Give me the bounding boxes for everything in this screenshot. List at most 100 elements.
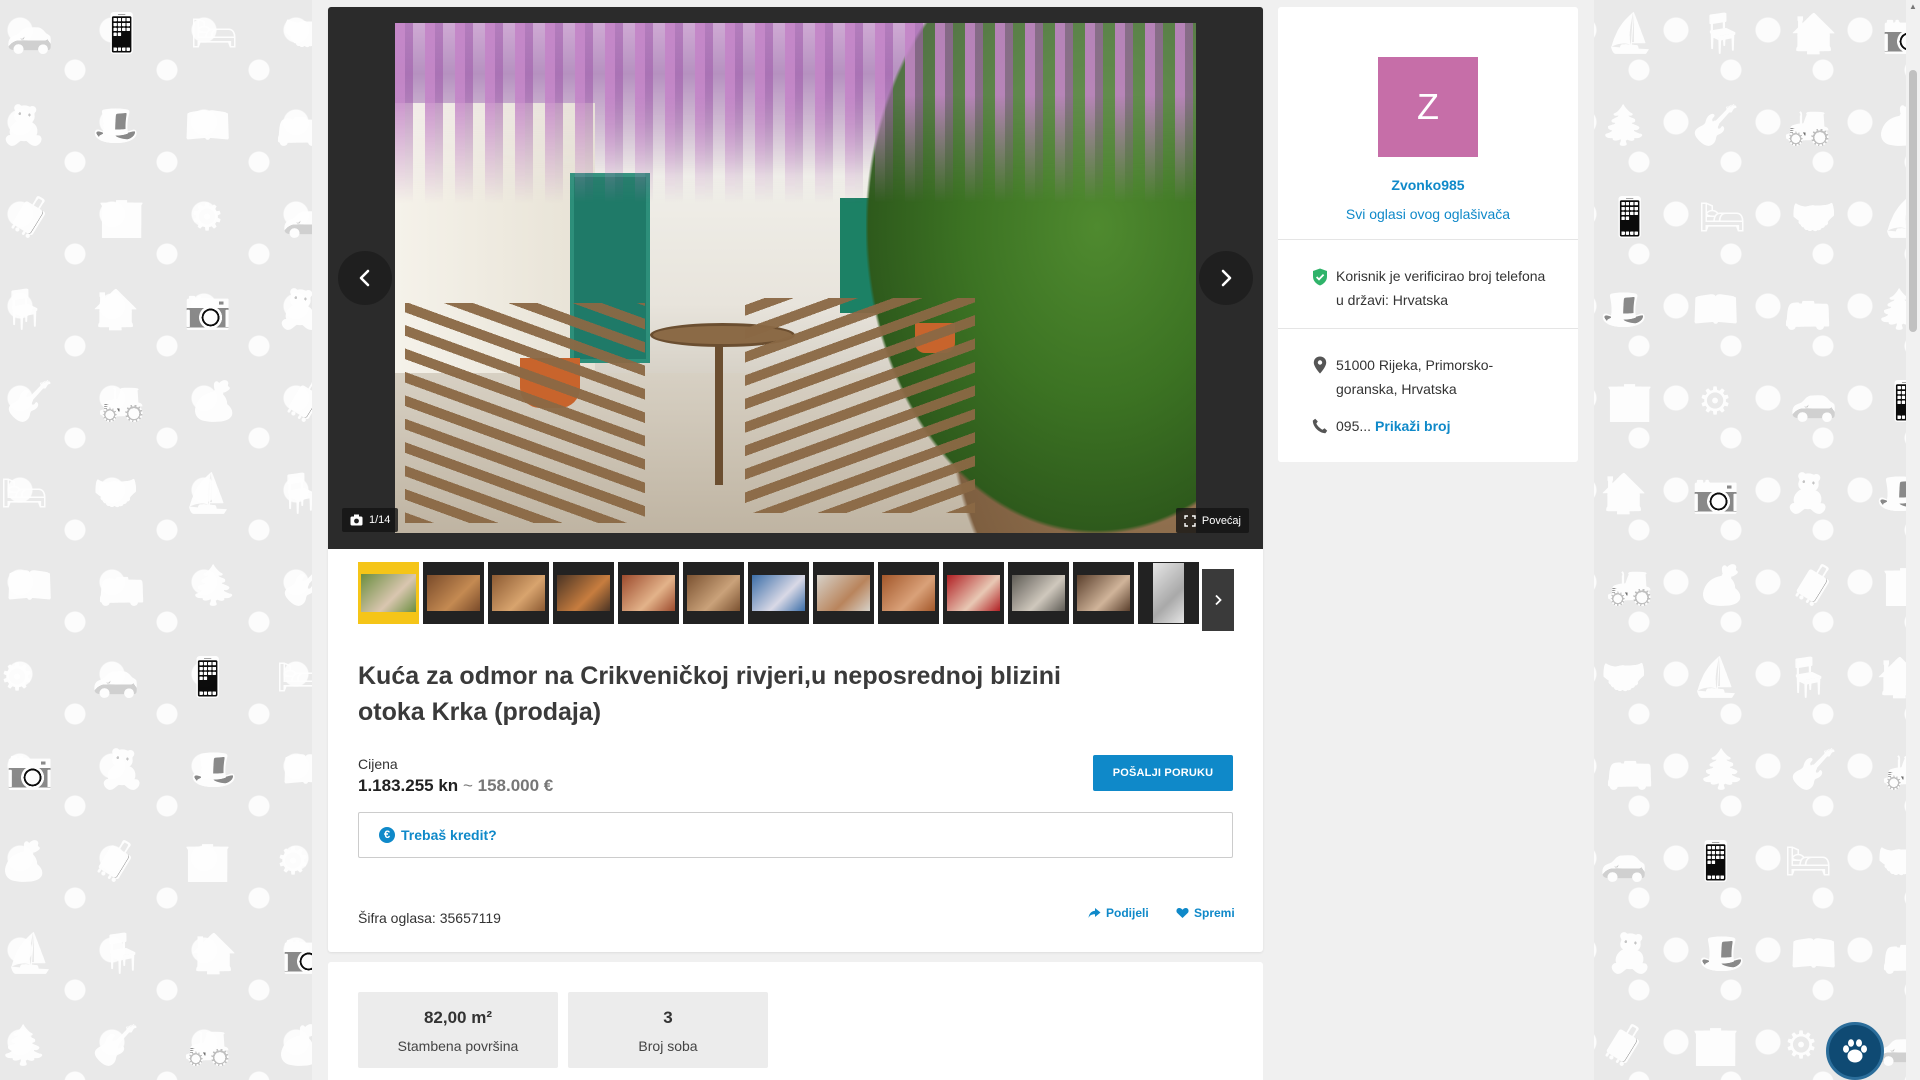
divider [1278,239,1578,240]
background-decoration-icon: 🌲 [0,1023,48,1067]
background-decoration-icon: 🚜 [1784,103,1832,147]
seller-card: Z Zvonko985 Svi oglasi ovog oglašivača K… [1278,7,1578,462]
heart-icon [1176,907,1189,918]
background-decoration-icon: 🏠 [92,287,140,331]
seller-name-link[interactable]: Zvonko985 [1278,177,1578,193]
background-decoration-icon: 🚗 [1790,379,1838,423]
all-seller-ads-link[interactable]: Svi oglasi ovog oglašivača [1278,206,1578,222]
background-decoration-icon: 🚗 [92,655,140,699]
background-decoration-icon: 🏠 [1600,471,1648,515]
need-credit-button[interactable]: € Trebaš kredit? [358,812,1233,858]
background-decoration-icon: 🚌 [98,563,146,607]
background-decoration-icon: 🪑 [1784,655,1832,699]
send-message-button[interactable]: POŠALJI PORUKU [1093,755,1233,791]
background-decoration-icon: 💰 [1698,563,1746,607]
verified-shield-icon [1313,268,1327,286]
background-decoration-icon: ⚙ [190,195,225,239]
price-label: Cijena [358,756,398,772]
background-decoration-icon: 🤝 [1600,655,1648,699]
background-decoration-icon: 🎸 [92,1023,140,1067]
listing-details: Kuća za odmor na Crikveničkoj rivjeri,u … [328,7,1263,952]
background-decoration-icon: ⛵ [1606,11,1654,55]
page-scrollbar[interactable]: ▲ [1906,0,1920,1080]
background-decoration-icon: 🧳 [1600,1023,1648,1067]
background-decoration-icon: 🪑 [1698,11,1746,55]
seller-location: 51000 Rijeka, Primorsko-goranska, Hrvats… [1312,353,1552,401]
location-text: 51000 Rijeka, Primorsko-goranska, Hrvats… [1336,357,1494,397]
background-decoration-icon: 🛏 [190,11,239,55]
background-decoration-icon: 🎩 [190,747,238,791]
background-decoration-icon: 🤝 [92,471,140,515]
seller-phone: 095... Prikaži broj [1312,414,1451,438]
scroll-up-arrow-icon[interactable]: ▲ [1909,2,1917,11]
background-decoration-icon: 🏢 [184,839,232,883]
divider [1278,328,1578,329]
background-decoration-icon: 🏠 [1790,11,1838,55]
phone-prefix: 095... [1336,418,1372,434]
background-decoration-icon: 🪑 [98,931,146,975]
stat-label: Broj soba [638,1038,698,1054]
save-label: Spremi [1194,906,1235,920]
background-decoration-icon: 🌲 [1698,747,1746,791]
show-number-link[interactable]: Prikaži broj [1375,414,1450,438]
save-button[interactable]: Spremi [1176,906,1235,920]
background-decoration-icon: 🤝 [1790,195,1838,239]
ad-code: Šifra oglasa: 35657119 [358,910,501,926]
background-decoration-icon: 📖 [1692,287,1740,331]
background-decoration-icon: 🧸 [1606,931,1654,975]
background-decoration-icon: 🚗 [1600,839,1648,883]
background-decoration-icon: 🏢 [98,195,146,239]
verified-phone-note: Korisnik je verificirao broj telefona u … [1312,264,1552,312]
stat-living-area: 82,00 m² Stambena površina [358,992,558,1068]
background-decoration-icon: 🎩 [92,103,140,147]
background-decoration-icon: 🧸 [0,103,48,147]
stat-label: Stambena površina [397,1038,519,1054]
background-decoration-icon: 🧳 [92,839,140,883]
need-credit-label: Trebaš kredit? [401,827,497,843]
avatar[interactable]: Z [1378,57,1478,157]
stat-rooms: 3 Broj soba [568,992,768,1068]
background-decoration-icon: 🧸 [98,747,146,791]
price-eur: 158.000 € [477,776,554,795]
listing-title: Kuća za odmor na Crikveničkoj rivjeri,u … [358,662,1061,726]
background-decoration-icon: 🎸 [6,379,54,423]
background-decoration-icon: 🪑 [0,287,48,331]
background-decoration-icon: 🌲 [1600,103,1648,147]
background-decoration-icon: ⛵ [1692,655,1740,699]
background-decoration-icon: 🧳 [1790,563,1838,607]
background-decoration-icon: 📷 [184,287,232,331]
background-decoration-icon: 🛏 [0,471,49,515]
share-button[interactable]: Podijeli [1088,906,1149,920]
scroll-thumb[interactable] [1909,70,1917,332]
background-decoration-icon: ⛵ [184,471,232,515]
background-decoration-icon: 📖 [6,563,54,607]
euro-coin-icon: € [379,827,395,843]
background-decoration-icon: 💰 [0,839,48,883]
background-decoration-icon: 🌲 [190,563,238,607]
background-decoration-icon: 🧳 [6,195,54,239]
price-kn: 1.183.255 kn [358,776,459,795]
background-decoration-icon: 📱 [184,655,232,699]
background-decoration-icon: 📱 [1606,195,1654,239]
background-decoration-icon: 🧸 [1784,471,1832,515]
background-decoration-icon: 🛏 [1698,195,1747,239]
share-label: Podijeli [1106,906,1149,920]
background-decoration-icon: 📖 [1790,931,1838,975]
background-decoration-icon: 📷 [1692,471,1740,515]
background-decoration-icon: ⛵ [6,931,54,975]
floating-paw-button[interactable] [1826,1022,1884,1080]
background-decoration-icon: 🚜 [184,1023,232,1067]
background-decoration-icon: 🏠 [190,931,238,975]
phone-icon [1312,418,1328,434]
verified-text: Korisnik je verificirao broj telefona u … [1336,268,1546,308]
background-decoration-icon: 🛏 [1784,839,1833,883]
paw-icon [1843,1039,1867,1063]
stat-value: 3 [663,1008,673,1027]
background-decoration-icon: 🚗 [6,11,54,55]
background-decoration-icon: 🎸 [1692,103,1740,147]
background-decoration-icon: 📱 [98,11,146,55]
background-decoration-icon: ⚙ [0,655,35,699]
background-decoration-icon: ⚙ [1698,379,1733,423]
background-decoration-icon: 🎸 [1790,747,1838,791]
background-decoration-icon: 🚜 [98,379,146,423]
